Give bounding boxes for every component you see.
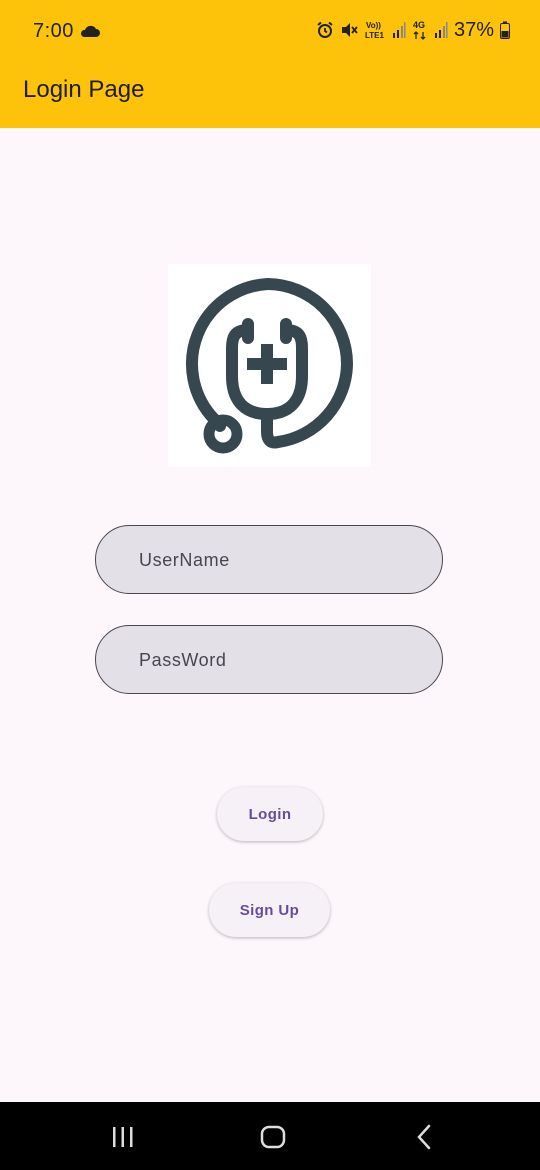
- mute-icon: [341, 23, 358, 37]
- volte-label-top: Vo)): [366, 21, 381, 30]
- status-icons: Vo)) LTE1 4G 37%: [316, 18, 510, 42]
- cloud-icon: [80, 25, 100, 37]
- battery-percent: 37%: [453, 18, 494, 41]
- back-icon[interactable]: [410, 1122, 440, 1152]
- home-icon[interactable]: [258, 1122, 288, 1152]
- username-input[interactable]: [137, 526, 431, 594]
- system-navigation-bar: [0, 1102, 540, 1170]
- sign-up-button[interactable]: Sign Up: [209, 883, 330, 937]
- signal-icon: [392, 22, 406, 38]
- login-button[interactable]: Login: [217, 787, 323, 841]
- battery-icon: [500, 21, 510, 39]
- signal-icon: [434, 22, 448, 38]
- network-type-label: 4G: [413, 20, 425, 30]
- volte-label-bottom: LTE1: [365, 31, 385, 40]
- login-screen: 7:00 Vo)) LTE1 4G 37% Login Page UserNam…: [0, 0, 540, 1170]
- volte-icon: Vo)) LTE1: [365, 21, 385, 40]
- app-bar: Login Page: [0, 62, 540, 128]
- app-logo: [168, 264, 371, 467]
- recents-icon[interactable]: [108, 1122, 138, 1152]
- page-title: Login Page: [23, 76, 145, 103]
- alarm-icon: [317, 21, 333, 38]
- username-field[interactable]: [95, 525, 443, 594]
- stethoscope-medical-cross-icon: [186, 278, 353, 454]
- 4g-icon: 4G: [413, 20, 426, 40]
- status-bar: 7:00 Vo)) LTE1 4G 37%: [0, 0, 540, 62]
- status-time: 7:00: [33, 20, 74, 42]
- password-input[interactable]: [137, 626, 431, 694]
- password-field[interactable]: [95, 625, 443, 694]
